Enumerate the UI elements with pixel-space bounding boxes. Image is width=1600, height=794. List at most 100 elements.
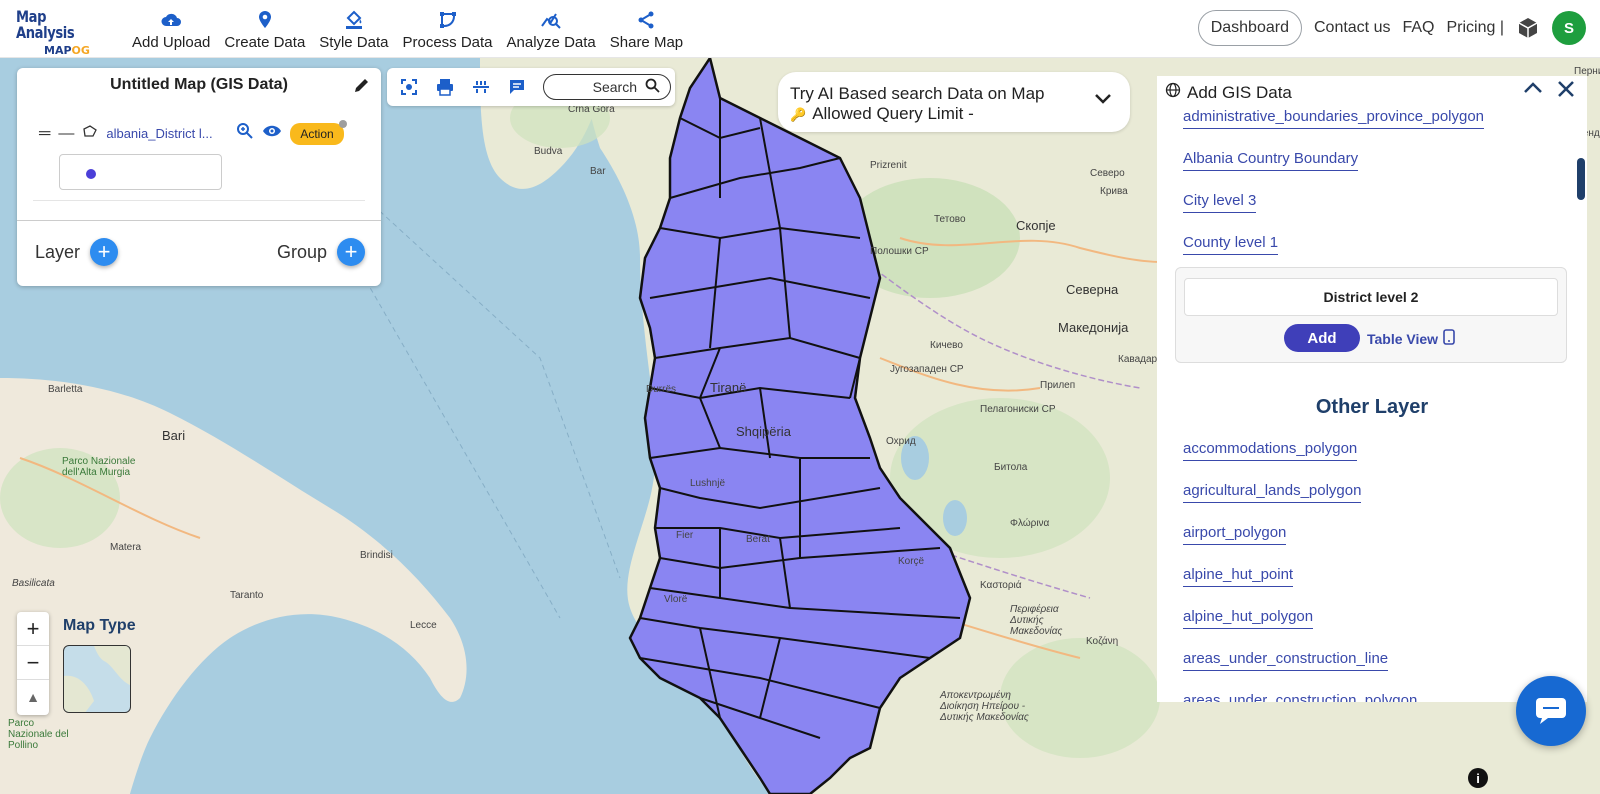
cloud-upload-icon <box>160 10 182 30</box>
add-group-button[interactable]: + <box>337 238 365 266</box>
nav-analyze-data[interactable]: Analyze Data <box>500 10 603 51</box>
ai-query-limit: 🔑 Allowed Query Limit - <box>790 104 974 123</box>
layer-label: Layer <box>35 241 81 262</box>
drag-handle-icon[interactable]: ═ <box>39 125 50 143</box>
nav-label: Process Data <box>402 34 493 51</box>
map-label: Lecce <box>410 620 437 631</box>
info-icon[interactable]: i <box>1468 768 1488 788</box>
map-label: Barletta <box>48 384 83 395</box>
gis-layer-link[interactable]: alpine_hut_polygon <box>1183 608 1314 629</box>
nav-label: Share Map <box>609 34 684 51</box>
map-label: Југозападен СР <box>890 364 964 375</box>
gis-layer-link[interactable]: airport_polygon <box>1183 524 1287 545</box>
avatar[interactable]: S <box>1552 11 1586 45</box>
map-label: Bar <box>590 166 606 177</box>
map-label: Охрид <box>886 436 916 447</box>
process-icon <box>437 10 459 30</box>
map-label: Budva <box>534 146 563 157</box>
gis-layer-link[interactable]: administrative_boundaries_province_polyg… <box>1183 108 1485 129</box>
add-group-group: Group + <box>277 238 365 266</box>
map-search-button[interactable]: Search <box>543 74 671 100</box>
gis-layer-link[interactable]: areas_under_construction_line <box>1183 650 1389 671</box>
reset-north-button[interactable]: ▲ <box>17 680 49 714</box>
action-button[interactable]: Action <box>290 119 348 145</box>
group-label: Group <box>276 241 327 262</box>
contact-link[interactable]: Contact us <box>1314 19 1390 37</box>
pricing-link[interactable]: Pricing | <box>1446 19 1504 37</box>
map-label: Скопје <box>1016 218 1056 233</box>
close-icon[interactable] <box>1557 80 1575 103</box>
nav-share-map[interactable]: Share Map <box>603 10 690 51</box>
nav-add-upload[interactable]: Add Upload <box>125 10 217 51</box>
gis-layer-link[interactable]: County level 1 <box>1183 234 1279 255</box>
gis-layer-link[interactable]: accommodations_polygon <box>1183 440 1358 461</box>
map-label: Shqipëria <box>736 424 791 439</box>
search-icon <box>645 78 660 96</box>
add-gis-data-panel: Add GIS Data administrative_boundaries_p… <box>1157 76 1587 702</box>
layer-name-link[interactable]: albania_District l... <box>106 126 228 141</box>
zoom-to-layer-icon[interactable] <box>236 122 254 145</box>
key-icon: 🔑 <box>790 107 807 122</box>
map-label: Berat <box>746 534 770 545</box>
map-label: Прилеп <box>1040 380 1076 391</box>
zoom-out-button[interactable]: − <box>17 646 49 680</box>
gis-layer-link[interactable]: areas_under_construction_polygon <box>1183 692 1417 702</box>
ai-search-title: Try AI Based search Data on Map <box>790 84 1045 103</box>
panel-header: Add GIS Data <box>1165 82 1292 103</box>
layer-panel: Untitled Map (GIS Data) ═ — albania_Dist… <box>17 68 381 286</box>
table-view-link[interactable]: Table View <box>1367 329 1455 348</box>
color-swatch <box>86 169 96 179</box>
nav-style-data[interactable]: Style Data <box>312 10 395 51</box>
locate-icon[interactable] <box>395 73 423 101</box>
polygon-layer-icon <box>82 124 98 143</box>
gis-layer-link[interactable]: Albania Country Boundary <box>1183 150 1359 171</box>
add-button[interactable]: Add <box>1284 324 1360 352</box>
layer-color-picker[interactable] <box>59 154 222 190</box>
print-icon[interactable] <box>431 73 459 101</box>
chevron-up-icon[interactable] <box>1523 80 1543 103</box>
panel-scrollbar[interactable] <box>1577 158 1585 200</box>
map-label: Крива <box>1100 186 1128 197</box>
map-label: Кичево <box>930 340 963 351</box>
collapse-icon[interactable]: — <box>58 125 74 143</box>
measure-icon[interactable] <box>467 73 495 101</box>
comment-icon[interactable] <box>503 73 531 101</box>
map-type-thumbnail[interactable] <box>63 645 131 713</box>
dashboard-button[interactable]: Dashboard <box>1197 10 1302 46</box>
chevron-down-icon[interactable] <box>1094 92 1112 110</box>
nav-process-data[interactable]: Process Data <box>395 10 499 51</box>
faq-link[interactable]: FAQ <box>1402 19 1434 37</box>
gis-layer-link[interactable]: City level 3 <box>1183 192 1257 213</box>
zoom-in-button[interactable]: + <box>17 612 49 646</box>
map-label: Тетово <box>934 214 966 225</box>
map-label: Basilicata <box>12 578 55 589</box>
add-layer-group: Layer + <box>35 238 119 266</box>
gis-layer-link[interactable]: alpine_hut_point <box>1183 566 1294 587</box>
layer-row: ═ — albania_District l... Action <box>39 119 379 145</box>
map-label: Brindisi <box>360 550 393 561</box>
ai-search-box[interactable]: Try AI Based search Data on Map 🔑 Allowed… <box>778 72 1130 132</box>
edit-pencil-icon[interactable] <box>353 76 371 94</box>
visibility-eye-icon[interactable] <box>262 124 282 143</box>
chat-widget-button[interactable] <box>1516 676 1586 746</box>
main-nav: Add Upload Create Data Style Data Proces… <box>125 10 690 51</box>
map-label: Македонија <box>1058 320 1129 335</box>
gis-layer-link[interactable]: agricultural_lands_polygon <box>1183 482 1362 503</box>
nav-create-data[interactable]: Create Data <box>217 10 312 51</box>
other-layer-heading: Other Layer <box>1315 396 1429 418</box>
device-icon <box>1443 329 1455 348</box>
app-logo[interactable]: Map Analysis MAPOG <box>16 9 116 57</box>
divider <box>17 220 381 221</box>
map-label: Καστοριά <box>980 580 1022 591</box>
panel-title: Add GIS Data <box>1187 82 1292 102</box>
map-label: Parco Nazionale del Pollino <box>8 718 69 751</box>
cube-icon[interactable] <box>1516 16 1540 40</box>
nav-label: Create Data <box>224 34 306 51</box>
analyze-icon <box>540 10 562 30</box>
search-label: Search <box>592 79 637 95</box>
map-label: Кавадар <box>1118 354 1158 365</box>
map-label: Lushnjë <box>690 478 726 489</box>
chat-icon <box>1536 698 1566 724</box>
zoom-controls: + − ▲ <box>17 612 49 715</box>
add-layer-button[interactable]: + <box>90 238 119 266</box>
